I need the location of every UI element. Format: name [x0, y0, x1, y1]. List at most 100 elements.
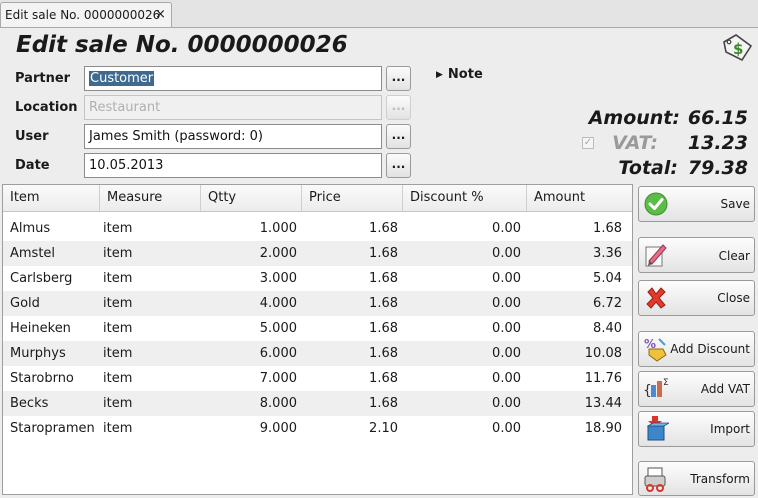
- clear-button[interactable]: Clear: [638, 237, 755, 273]
- location-field: Restaurant: [84, 95, 382, 120]
- close-button[interactable]: Close: [638, 280, 755, 316]
- user-field[interactable]: James Smith (password: 0): [84, 124, 382, 149]
- save-button[interactable]: Save: [638, 186, 755, 222]
- partner-browse-button[interactable]: ...: [386, 66, 411, 91]
- column-header-amount[interactable]: Amount: [527, 185, 632, 211]
- cell-discount: 0.00: [492, 321, 521, 336]
- discount-percent-icon: %: [644, 337, 667, 362]
- column-header-price[interactable]: Price: [302, 185, 403, 211]
- cell-price: 1.68: [369, 246, 398, 261]
- total-label: Total:: [618, 157, 678, 179]
- cell-item: Starobrno: [10, 371, 74, 386]
- user-label: User: [15, 129, 49, 144]
- cell-item: Staropramen: [10, 421, 95, 436]
- tab-edit-sale[interactable]: Edit sale No. 0000000026 ×: [0, 2, 172, 27]
- table-row[interactable]: Murphys item 6.000 1.68 0.00 10.08: [3, 341, 632, 366]
- cell-qtty: 3.000: [259, 271, 297, 286]
- close-x-icon: [646, 287, 666, 309]
- clear-pencil-icon: [645, 244, 667, 267]
- cell-amount: 5.04: [593, 271, 622, 286]
- cell-amount: 11.76: [584, 371, 622, 386]
- cell-discount: 0.00: [492, 246, 521, 261]
- column-header-qtty[interactable]: Qtty: [201, 185, 302, 211]
- location-browse-button: ...: [386, 95, 411, 120]
- table-row[interactable]: Amstel item 2.000 1.68 0.00 3.36: [3, 241, 632, 266]
- add-vat-label: Add VAT: [700, 382, 750, 396]
- amount-value: 66.15: [687, 107, 748, 129]
- cell-item: Almus: [10, 221, 51, 236]
- date-picker-button[interactable]: ...: [386, 153, 411, 178]
- partner-field[interactable]: Customer: [84, 66, 382, 91]
- cell-discount: 0.00: [492, 396, 521, 411]
- cell-item: Gold: [10, 296, 40, 311]
- table-row[interactable]: Almus item 1.000 1.68 0.00 1.68: [3, 216, 632, 241]
- column-header-discount[interactable]: Discount %: [403, 185, 527, 211]
- import-button[interactable]: Import: [638, 411, 755, 447]
- cell-qtty: 4.000: [259, 296, 297, 311]
- import-box-icon: [646, 416, 669, 441]
- cell-item: Carlsberg: [10, 271, 73, 286]
- tab-label: Edit sale No. 0000000026: [5, 8, 161, 22]
- cell-measure: item: [103, 221, 133, 236]
- cell-measure: item: [103, 271, 133, 286]
- cell-price: 1.68: [369, 371, 398, 386]
- cell-price: 1.68: [369, 346, 398, 361]
- cell-measure: item: [103, 421, 133, 436]
- cell-amount: 6.72: [593, 296, 622, 311]
- svg-text:{: {: [643, 383, 652, 399]
- table-row[interactable]: Becks item 8.000 1.68 0.00 13.44: [3, 391, 632, 416]
- amount-label: Amount:: [588, 107, 680, 129]
- add-vat-button[interactable]: { Σ Add VAT: [638, 371, 755, 407]
- transform-button[interactable]: Transform: [638, 461, 755, 496]
- cell-price: 1.68: [369, 396, 398, 411]
- cell-measure: item: [103, 296, 133, 311]
- cell-price: 1.68: [369, 296, 398, 311]
- table-row[interactable]: Heineken item 5.000 1.68 0.00 8.40: [3, 316, 632, 341]
- tab-bar: Edit sale No. 0000000026 ×: [0, 0, 758, 28]
- vat-value: 13.23: [687, 132, 748, 154]
- tab-close-icon[interactable]: ×: [155, 7, 166, 22]
- cell-qtty: 7.000: [259, 371, 297, 386]
- cell-item: Amstel: [10, 246, 56, 261]
- cell-qtty: 9.000: [259, 421, 297, 436]
- note-expander[interactable]: ▶ Note: [436, 67, 483, 82]
- price-tag-icon: $: [723, 34, 753, 62]
- cell-price: 2.10: [369, 421, 398, 436]
- page-title: Edit sale No. 0000000026: [16, 32, 348, 58]
- table-row[interactable]: Gold item 4.000 1.68 0.00 6.72: [3, 291, 632, 316]
- cell-discount: 0.00: [492, 221, 521, 236]
- cell-measure: item: [103, 346, 133, 361]
- total-value: 79.38: [687, 157, 748, 179]
- cell-amount: 10.08: [584, 346, 622, 361]
- add-discount-label: Add Discount: [670, 342, 750, 356]
- partner-label: Partner: [15, 71, 71, 86]
- cell-measure: item: [103, 246, 133, 261]
- cell-price: 1.68: [369, 271, 398, 286]
- cell-discount: 0.00: [492, 346, 521, 361]
- add-discount-button[interactable]: % Add Discount: [638, 331, 755, 367]
- cell-amount: 3.36: [593, 246, 622, 261]
- cell-item: Murphys: [10, 346, 66, 361]
- table-row[interactable]: Starobrno item 7.000 1.68 0.00 11.76: [3, 366, 632, 391]
- close-label: Close: [717, 291, 750, 305]
- clear-label: Clear: [718, 249, 750, 263]
- expander-arrow-icon: ▶: [436, 70, 443, 80]
- partner-value: Customer: [89, 71, 155, 86]
- cell-item: Becks: [10, 396, 49, 411]
- cell-qtty: 6.000: [259, 346, 297, 361]
- cell-discount: 0.00: [492, 371, 521, 386]
- checkmark-icon: [644, 192, 668, 216]
- date-field[interactable]: 10.05.2013: [84, 153, 382, 178]
- table-row[interactable]: Staropramen item 9.000 2.10 0.00 18.90: [3, 416, 632, 441]
- vat-sum-icon: { Σ: [643, 378, 669, 399]
- table-row[interactable]: Carlsberg item 3.000 1.68 0.00 5.04: [3, 266, 632, 291]
- cell-measure: item: [103, 396, 133, 411]
- cell-amount: 8.40: [593, 321, 622, 336]
- column-header-item[interactable]: Item: [3, 185, 100, 211]
- user-browse-button[interactable]: ...: [386, 124, 411, 149]
- import-label: Import: [710, 422, 750, 436]
- column-header-measure[interactable]: Measure: [100, 185, 201, 211]
- location-label: Location: [15, 100, 78, 115]
- cell-measure: item: [103, 371, 133, 386]
- cell-discount: 0.00: [492, 271, 521, 286]
